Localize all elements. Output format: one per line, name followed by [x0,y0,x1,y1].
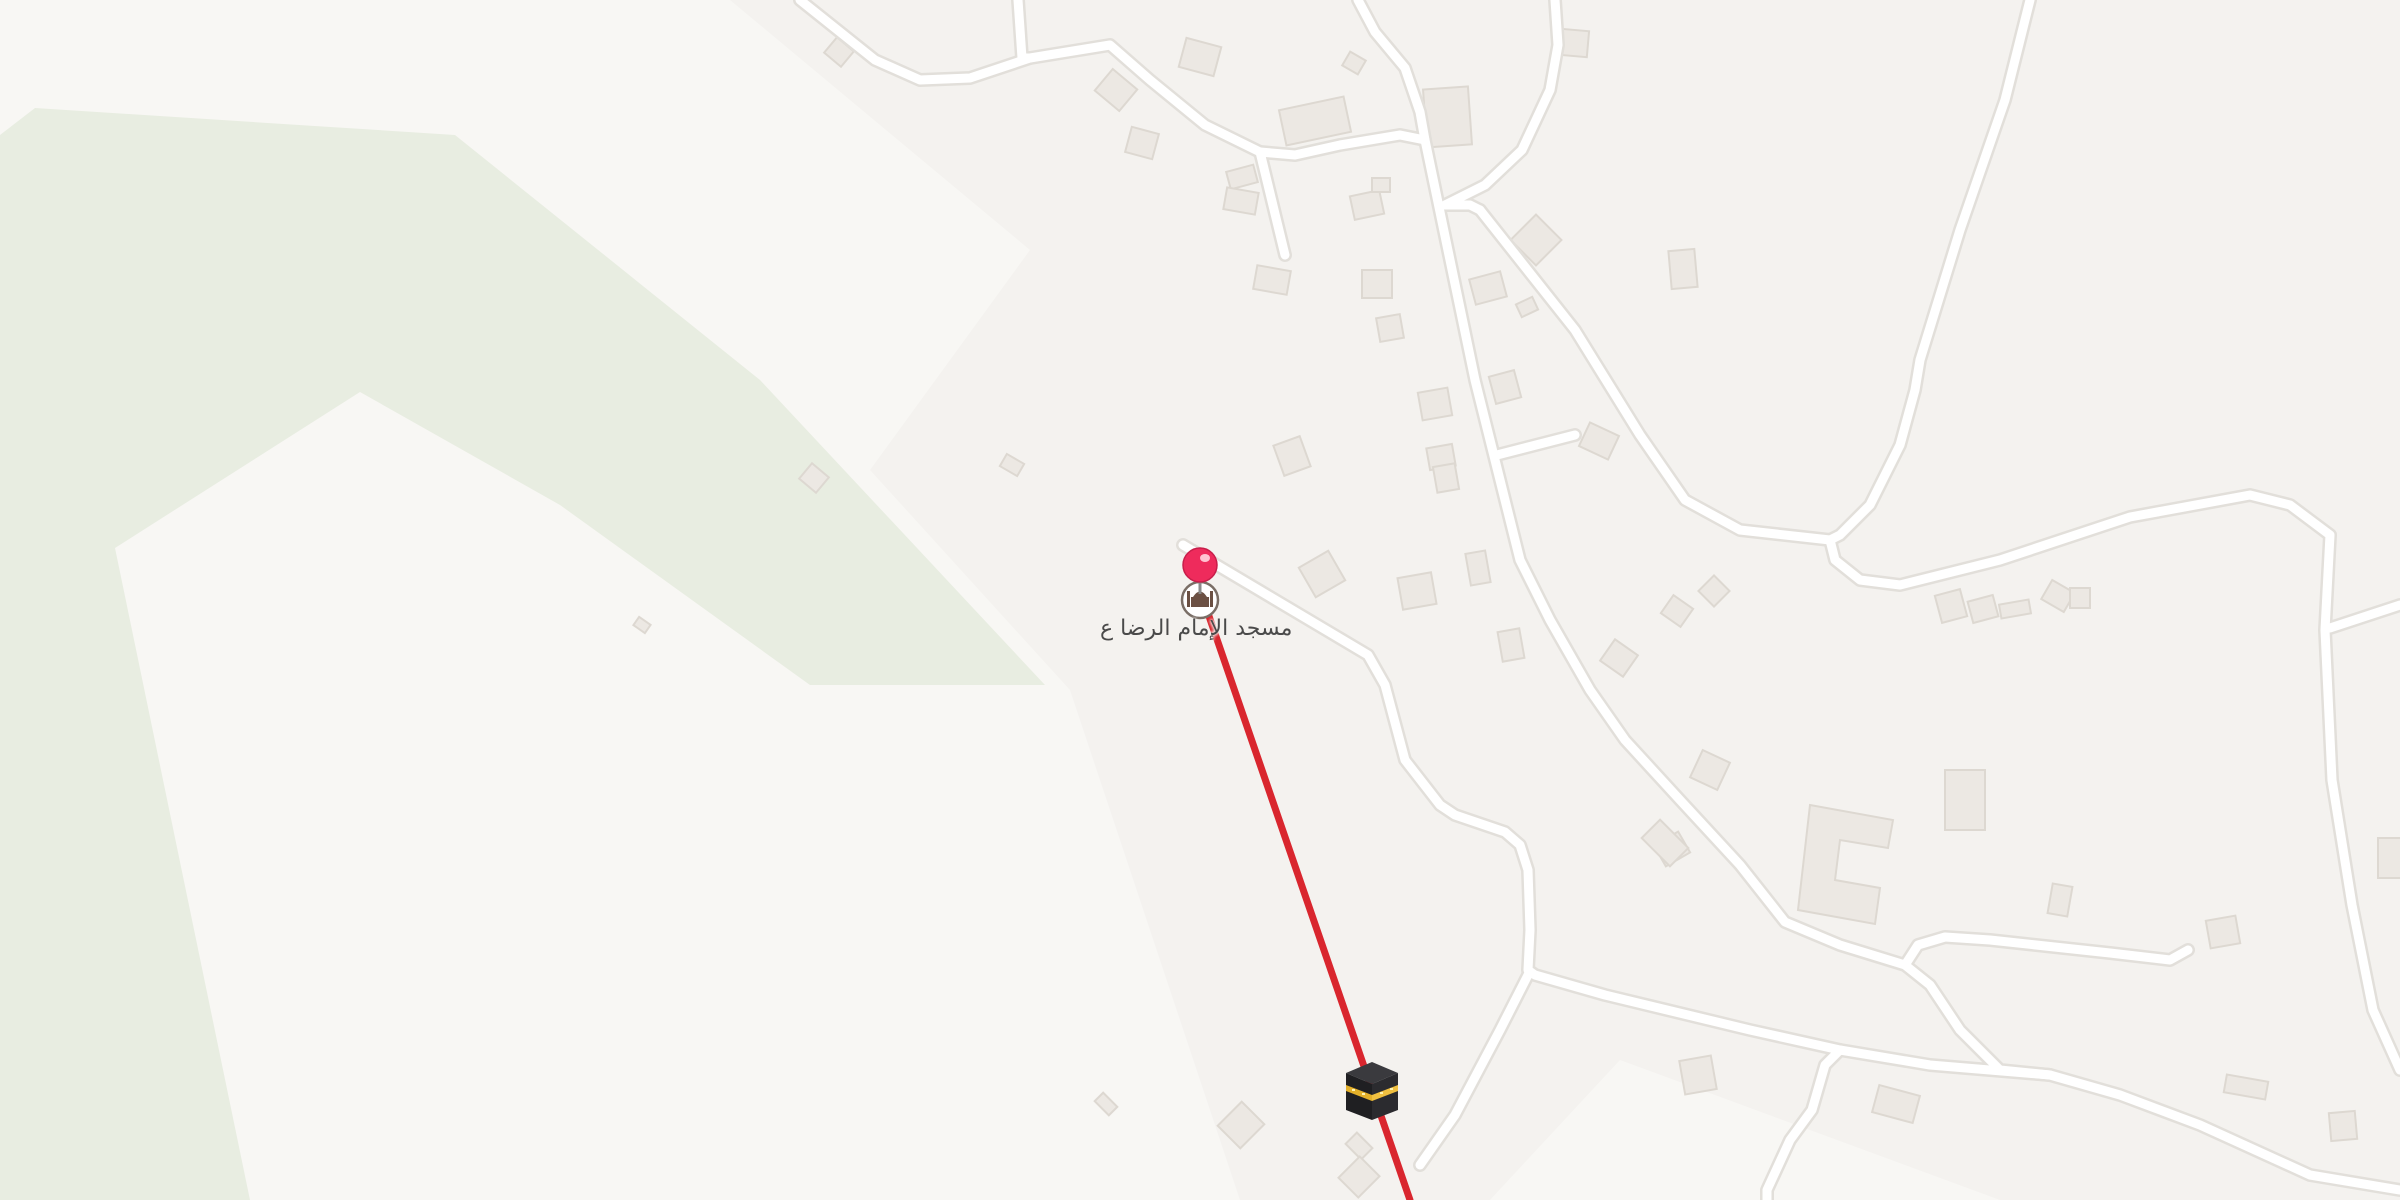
mosque-label[interactable]: مسجد الإمام الرضا ع [1100,616,1292,641]
map-canvas[interactable] [0,0,2400,1200]
kaaba-icon[interactable] [1346,1062,1398,1120]
